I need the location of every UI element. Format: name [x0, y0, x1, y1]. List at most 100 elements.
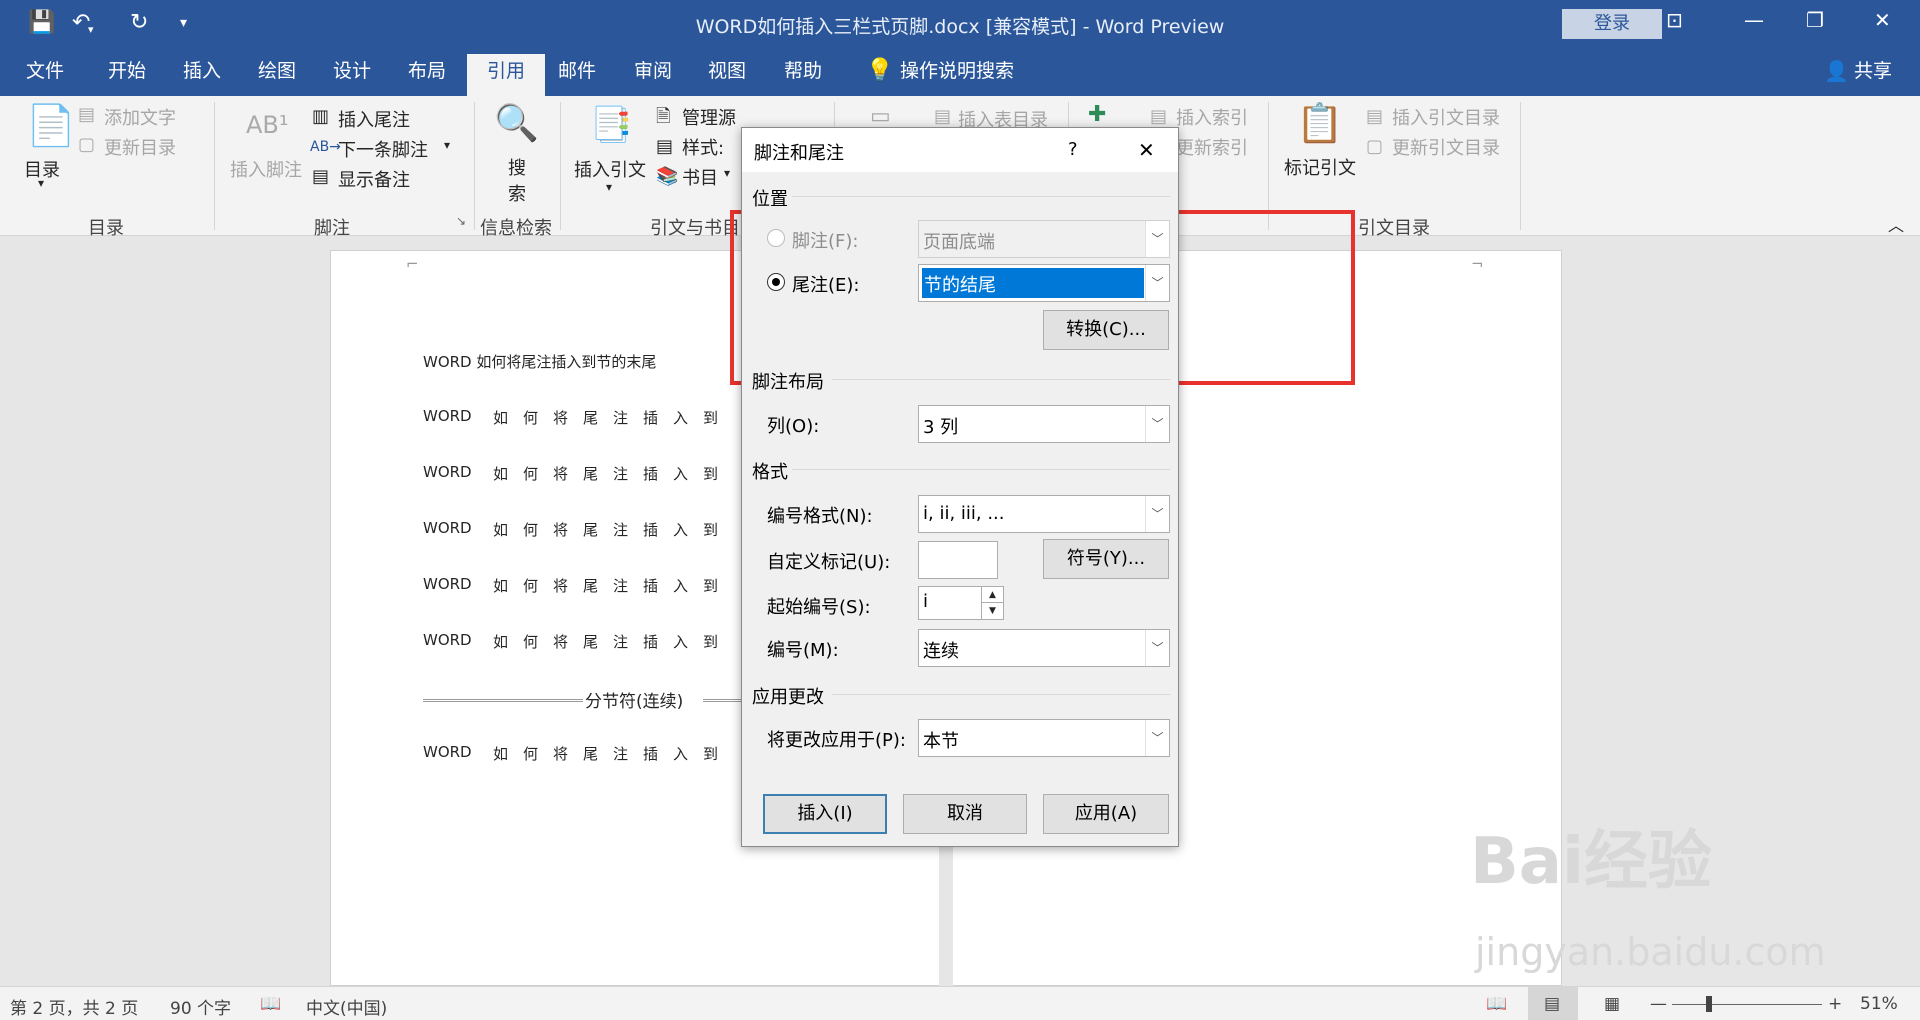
cancel-button[interactable]: 取消 [903, 794, 1027, 834]
ribbon-display-icon[interactable]: ⊡ [1666, 8, 1683, 32]
footnote-location-select[interactable]: 页面底端 ﹀ [918, 220, 1170, 258]
add-text-button[interactable]: 添加文字 [104, 104, 176, 130]
status-bar: 第 2 页，共 2 页 90 个字 📖 中文(中国) 📖 ▤ ▦ — + 51% [0, 986, 1920, 1020]
tab-help[interactable]: 帮助 [776, 58, 830, 96]
web-layout-icon[interactable]: ▦ [1604, 994, 1620, 1014]
login-button[interactable]: 登录 [1562, 9, 1662, 39]
separator [560, 102, 561, 230]
tab-layout[interactable]: 布局 [400, 58, 454, 96]
crop-mark-left: ⌐ [406, 255, 419, 273]
tab-design[interactable]: 设计 [325, 58, 379, 96]
endnote-radio[interactable] [767, 273, 785, 291]
read-mode-icon[interactable]: 📖 [1486, 994, 1507, 1014]
help-icon[interactable]: ? [1068, 139, 1078, 160]
tab-mailings[interactable]: 邮件 [550, 58, 604, 96]
endnote-label: 尾注(E): [792, 275, 860, 296]
insert-button[interactable]: 插入(I) [763, 794, 887, 834]
footnote-radio[interactable] [767, 229, 785, 247]
number-format-select[interactable]: i, ii, iii, ... ﹀ [918, 495, 1170, 533]
separator [474, 102, 475, 230]
next-footnote-dropdown-icon[interactable]: ▾ [444, 138, 450, 152]
zoom-out-icon[interactable]: — [1650, 994, 1667, 1014]
page-count[interactable]: 第 2 页，共 2 页 [10, 994, 138, 1019]
share-button[interactable]: 共享 [1846, 58, 1900, 96]
custom-mark-label: 自定义标记(U): [767, 552, 891, 573]
tab-draw[interactable]: 绘图 [250, 58, 304, 96]
bibliography-button[interactable]: 书目 [682, 164, 718, 190]
restore-icon[interactable]: ❐ [1806, 8, 1824, 32]
footnote-dialog-launcher-icon[interactable]: ↘ [456, 214, 466, 228]
symbol-button[interactable]: 符号(Y)... [1043, 539, 1169, 579]
document-line: 如何将尾注插入到 [493, 409, 734, 427]
proofing-icon[interactable]: 📖 [260, 994, 281, 1014]
zoom-slider[interactable] [1672, 1004, 1822, 1005]
zoom-in-icon[interactable]: + [1828, 994, 1842, 1014]
numbering-label: 编号(M): [767, 640, 839, 661]
tab-insert[interactable]: 插入 [175, 58, 229, 96]
chevron-down-icon: ﹀ [1145, 720, 1169, 756]
tab-file[interactable]: 文件 [18, 58, 72, 96]
columns-select[interactable]: 3 列 ﹀ [918, 405, 1170, 443]
endnote-location-value: 节的结尾 [922, 268, 1144, 298]
update-toc-button[interactable]: 更新目录 [104, 134, 176, 160]
language[interactable]: 中文(中国) [306, 994, 387, 1019]
insert-citation-button[interactable]: 插入引文 [574, 156, 646, 182]
insert-table-of-figures-icon: ▤ [934, 106, 952, 127]
insert-caption-icon: ▭ [870, 104, 891, 129]
toc-icon: 📄 [26, 103, 76, 149]
next-footnote-icon: AB→ [310, 139, 341, 155]
watermark-logo: Bai经验 [1470, 810, 1712, 902]
tell-me-search[interactable]: 操作说明搜索 [892, 58, 1022, 96]
minimize-icon[interactable]: — [1744, 8, 1764, 32]
add-text-icon: ▤ [78, 104, 96, 125]
insert-index-button[interactable]: 插入索引 [1176, 104, 1248, 130]
convert-button[interactable]: 转换(C)... [1043, 310, 1169, 350]
stepper-down-icon[interactable]: ▼ [981, 603, 1003, 619]
tab-home[interactable]: 开始 [100, 58, 154, 96]
endnote-location-select[interactable]: 节的结尾 ﹀ [918, 264, 1170, 302]
document-line-prefix: WORD [423, 519, 472, 537]
mark-citation-button[interactable]: 标记引文 [1284, 154, 1356, 180]
document-line: 如何将尾注插入到 [493, 745, 734, 763]
insert-endnote-button[interactable]: 插入尾注 [338, 106, 410, 132]
manage-sources-button[interactable]: 管理源 [682, 104, 736, 130]
collapse-ribbon-icon[interactable]: ︿ [1888, 212, 1904, 236]
tab-references[interactable]: 引用 [467, 54, 546, 96]
search-button-line1[interactable]: 搜 [508, 154, 526, 180]
word-count[interactable]: 90 个字 [170, 994, 231, 1019]
tab-view[interactable]: 视图 [700, 58, 754, 96]
section-layout: 脚注布局 [752, 372, 824, 393]
update-index-button[interactable]: 更新索引 [1176, 134, 1248, 160]
toc-dropdown-icon[interactable]: ▾ [38, 176, 44, 190]
bibliography-icon: 📚 [656, 166, 679, 187]
update-toa-button[interactable]: 更新引文目录 [1392, 134, 1500, 160]
apply-to-select[interactable]: 本节 ﹀ [918, 719, 1170, 757]
close-window-icon[interactable]: ✕ [1874, 8, 1891, 32]
search-button-line2[interactable]: 索 [508, 180, 526, 206]
custom-mark-input[interactable] [918, 541, 998, 579]
close-icon[interactable]: ✕ [1138, 138, 1155, 162]
insert-toa-button[interactable]: 插入引文目录 [1392, 104, 1500, 130]
next-footnote-button[interactable]: 下一条脚注 [338, 136, 428, 162]
document-line: 如何将尾注插入到 [493, 577, 734, 595]
insert-footnote-button[interactable]: 插入脚注 [230, 156, 302, 182]
start-at-stepper[interactable]: i ▲ ▼ [918, 586, 1004, 620]
divider [832, 379, 1170, 380]
section-position: 位置 [752, 189, 788, 210]
bibliography-dropdown-icon[interactable]: ▾ [724, 166, 730, 180]
insert-citation-dropdown-icon[interactable]: ▾ [606, 180, 612, 194]
watermark-url: jingyan.baidu.com [1475, 930, 1826, 974]
document-line: 如何将尾注插入到 [493, 633, 734, 651]
print-layout-icon[interactable]: ▤ [1544, 994, 1560, 1014]
tab-review[interactable]: 审阅 [626, 58, 680, 96]
zoom-slider-thumb[interactable] [1706, 996, 1712, 1012]
numbering-select[interactable]: 连续 ﹀ [918, 629, 1170, 667]
chevron-down-icon: ﹀ [1145, 630, 1169, 666]
divider [792, 469, 1170, 470]
show-notes-button[interactable]: 显示备注 [338, 166, 410, 192]
title-bar: 💾 ↶ ▾ ↻ ▾ WORD如何插入三栏式页脚.docx [兼容模式] - Wo… [0, 0, 1920, 48]
apply-button[interactable]: 应用(A) [1043, 794, 1169, 834]
stepper-up-icon[interactable]: ▲ [981, 587, 1003, 603]
style-icon: ▤ [656, 136, 674, 157]
zoom-level[interactable]: 51% [1860, 994, 1898, 1014]
